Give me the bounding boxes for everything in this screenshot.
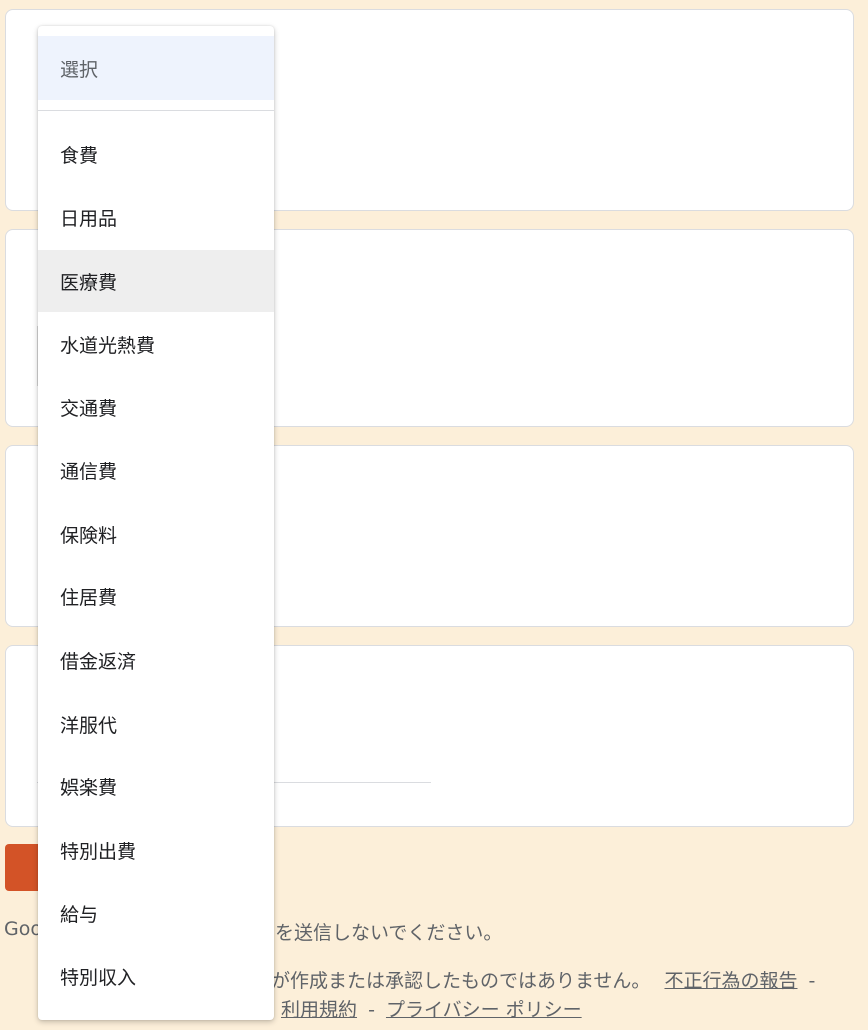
footer-disclaimer: が作成または承認したものではありません。 不正行為の報告 - (271, 966, 820, 993)
dropdown-option-label: 洋服代 (60, 714, 118, 737)
terms-link[interactable]: 利用規約 (281, 999, 357, 1021)
dropdown-option-special-income[interactable]: 特別収入 (38, 945, 274, 1007)
dropdown-divider (38, 110, 274, 111)
dropdown-option-communication[interactable]: 通信費 (38, 439, 274, 501)
dropdown-option-label: 住居費 (60, 586, 118, 609)
dropdown-option-placeholder[interactable]: 選択 (38, 36, 274, 100)
dropdown-option-special-expense[interactable]: 特別出費 (38, 819, 274, 881)
dropdown-option-entertainment[interactable]: 娯楽費 (38, 755, 274, 817)
dropdown-option-label: 保険料 (60, 524, 118, 547)
dropdown-option-label: 借金返済 (60, 650, 137, 673)
footer-separator: - (368, 999, 375, 1021)
footer-separator: - (808, 970, 816, 992)
footer-warning: Goo を送信しないでください。 (4, 918, 502, 944)
dropdown-option-label: 娯楽費 (60, 776, 118, 799)
privacy-policy-link[interactable]: プライバシー ポリシー (386, 999, 582, 1021)
footer-warning-prefix: Goo (4, 918, 42, 940)
dropdown-option-label: 給与 (60, 903, 99, 926)
dropdown-option-clothing[interactable]: 洋服代 (38, 693, 274, 755)
dropdown-option-salary[interactable]: 給与 (38, 882, 274, 944)
dropdown-option-medical[interactable]: 医療費 (38, 250, 274, 312)
dropdown-option-label: 日用品 (60, 207, 118, 230)
footer-warning-tail: を送信しないでください。 (275, 922, 503, 944)
dropdown-option-food[interactable]: 食費 (38, 123, 274, 185)
dropdown-option-utilities[interactable]: 水道光熱費 (38, 313, 274, 375)
dropdown-option-label: 水道光熱費 (60, 334, 156, 357)
dropdown-option-label: 特別収入 (60, 966, 137, 989)
dropdown-option-label: 特別出費 (60, 840, 137, 863)
dropdown-option-transportation[interactable]: 交通費 (38, 376, 274, 438)
dropdown-option-label: 医療費 (60, 271, 118, 294)
footer-links: 利用規約 - プライバシー ポリシー (281, 995, 582, 1022)
dropdown-option-insurance[interactable]: 保険料 (38, 503, 274, 565)
dropdown-option-debt-repayment[interactable]: 借金返済 (38, 629, 274, 691)
dropdown-option-label: 交通費 (60, 397, 118, 420)
dropdown-option-housing[interactable]: 住居費 (38, 565, 274, 627)
report-abuse-link[interactable]: 不正行為の報告 (664, 970, 797, 992)
category-dropdown-menu[interactable]: 選択 食費 日用品 医療費 水道光熱費 交通費 通信費 保険料 住居費 借金返済… (38, 26, 274, 1020)
dropdown-option-label: 選択 (60, 58, 99, 81)
footer-disclaimer-text: が作成または承認したものではありません。 (271, 970, 651, 992)
dropdown-option-label: 食費 (60, 144, 99, 167)
dropdown-option-daily-goods[interactable]: 日用品 (38, 186, 274, 248)
dropdown-option-label: 通信費 (60, 460, 118, 483)
